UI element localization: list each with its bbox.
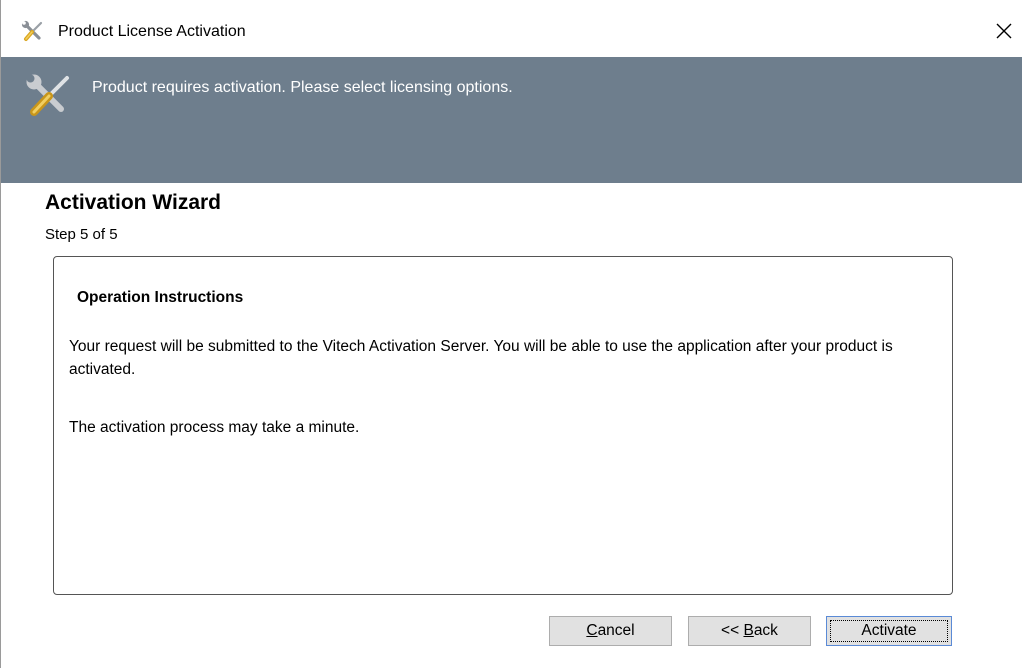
- title-bar[interactable]: Product License Activation: [1, 0, 1022, 57]
- cancel-button-label-post: ancel: [597, 622, 635, 639]
- back-button-mnemonic: B: [743, 622, 754, 639]
- instructions-paragraph: Your request will be submitted to the Vi…: [69, 338, 893, 378]
- header-banner: Product requires activation. Please sele…: [1, 57, 1022, 183]
- close-icon[interactable]: [991, 18, 1017, 44]
- instructions-note: The activation process may take a minute…: [69, 419, 360, 436]
- wizard-title: Activation Wizard: [45, 191, 221, 214]
- activation-dialog: Product License Activation Product requi…: [0, 0, 1022, 668]
- wizard-step-indicator: Step 5 of 5: [45, 226, 118, 243]
- back-button-label-post: ack: [753, 622, 778, 639]
- cancel-button-mnemonic: C: [586, 622, 598, 639]
- tools-icon: [21, 20, 43, 41]
- window-title: Product License Activation: [58, 23, 246, 40]
- cancel-button[interactable]: Cancel: [549, 616, 672, 646]
- back-button[interactable]: << Back: [688, 616, 811, 646]
- panel-heading: Operation Instructions: [77, 289, 244, 306]
- tools-icon: [26, 74, 69, 116]
- activate-button-label: Activate: [861, 622, 917, 639]
- activate-button[interactable]: Activate: [826, 616, 952, 646]
- banner-message: Product requires activation. Please sele…: [92, 79, 513, 96]
- instructions-panel: Operation Instructions Your request will…: [53, 256, 953, 595]
- back-button-label-pre: <<: [721, 622, 744, 639]
